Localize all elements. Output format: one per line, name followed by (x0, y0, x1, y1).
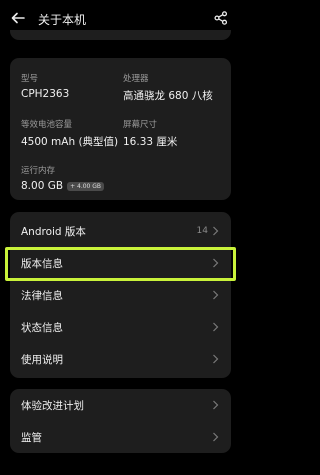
status-info-row[interactable]: 状态信息 (10, 311, 231, 343)
experience-program-label: 体验改进计划 (21, 399, 84, 412)
experience-program-row[interactable]: 体验改进计划 (10, 389, 231, 421)
instructions-label: 使用说明 (21, 353, 63, 366)
ram-extension-badge: + 4.00 GB (67, 181, 105, 191)
android-version-label: Android 版本 (21, 225, 86, 238)
chevron-right-icon (213, 290, 219, 300)
spec-battery: 等效电池容量 4500 mAh (典型值) (21, 118, 118, 149)
model-label: 型号 (21, 74, 39, 84)
instructions-row[interactable]: 使用说明 (10, 343, 231, 375)
model-value: CPH2363 (21, 88, 70, 100)
ram-value: 8.00 GB (21, 180, 64, 192)
screen-value: 16.33 厘米 (123, 136, 178, 148)
processor-value: 高通骁龙 680 八核 (123, 90, 213, 102)
chevron-right-icon (213, 400, 219, 410)
legal-info-row[interactable]: 法律信息 (10, 279, 231, 311)
specs-card: 型号 CPH2363 处理器 高通骁龙 680 八核 等效电池容量 4500 m… (10, 58, 231, 200)
spec-screen: 屏幕尺寸 16.33 厘米 (123, 118, 177, 149)
back-arrow-icon[interactable] (10, 10, 26, 26)
page-title: 关于本机 (38, 13, 87, 27)
ram-value-group: 8.00 GB + 4.00 GB (21, 180, 105, 192)
android-version-value: 14 (196, 226, 208, 236)
status-info-label: 状态信息 (21, 321, 63, 334)
chevron-right-icon (213, 354, 219, 364)
chevron-right-icon (213, 258, 219, 268)
info-list-card: Android 版本 14 版本信息 法律信息 状态信息 使用说明 (10, 212, 231, 378)
version-info-label: 版本信息 (21, 257, 63, 270)
processor-label: 处理器 (123, 74, 149, 84)
share-icon[interactable] (214, 11, 228, 25)
spec-model: 型号 CPH2363 (21, 72, 69, 100)
regulatory-row[interactable]: 监管 (10, 421, 231, 453)
legal-info-label: 法律信息 (21, 289, 63, 302)
bottom-card: 体验改进计划 监管 (10, 389, 231, 453)
battery-value: 4500 mAh (典型值) (21, 136, 119, 148)
spec-ram: 运行内存 8.00 GB + 4.00 GB (21, 164, 105, 192)
chevron-right-icon (213, 432, 219, 442)
chevron-right-icon (213, 226, 219, 236)
ram-label: 运行内存 (21, 166, 56, 176)
android-version-row[interactable]: Android 版本 14 (10, 215, 231, 247)
version-info-row[interactable]: 版本信息 (10, 247, 231, 279)
chevron-right-icon (213, 322, 219, 332)
spec-processor: 处理器 高通骁龙 680 八核 (123, 72, 213, 103)
battery-label: 等效电池容量 (21, 120, 73, 130)
screen-label: 屏幕尺寸 (123, 120, 158, 130)
regulatory-label: 监管 (21, 431, 42, 444)
previous-card-edge (10, 30, 231, 40)
